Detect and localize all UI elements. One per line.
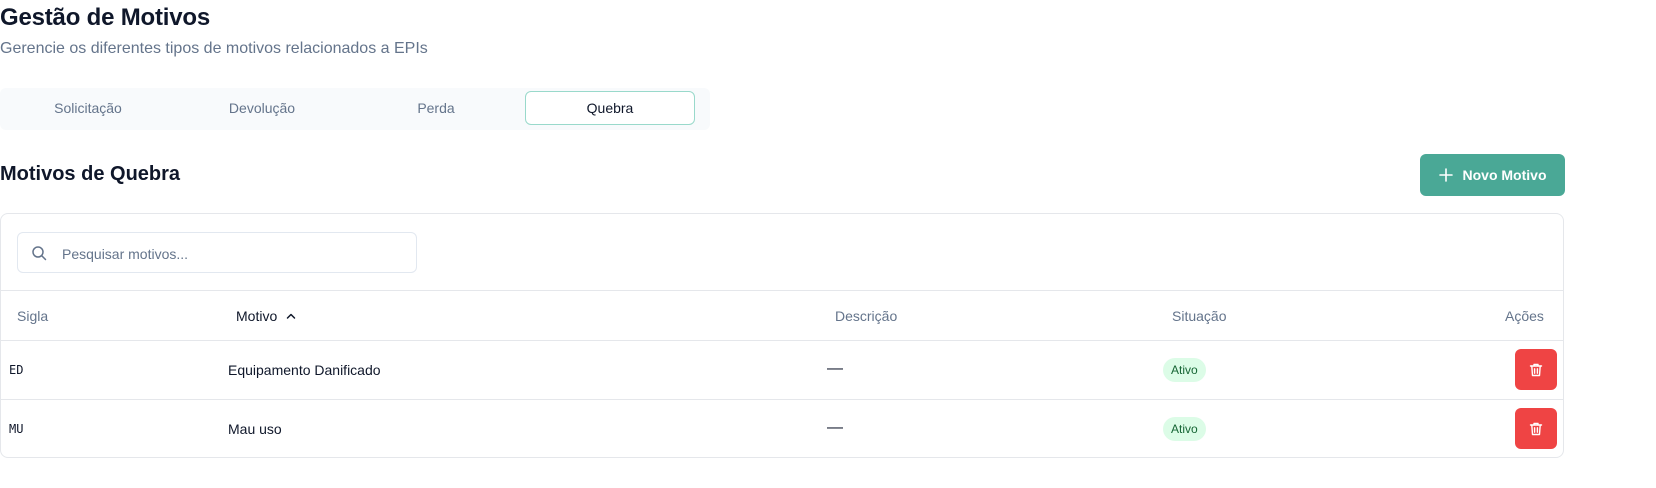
- tab-perda[interactable]: Perda: [351, 91, 521, 125]
- reasons-table-card: Sigla Motivo Descrição Situação Ações ED…: [0, 213, 1564, 458]
- plus-icon: [1438, 168, 1453, 182]
- tab-devolucao[interactable]: Devolução: [177, 91, 347, 125]
- status-badge: Ativo: [1163, 417, 1206, 441]
- search-input[interactable]: [60, 241, 404, 267]
- chevron-up-icon: [285, 310, 297, 322]
- row-motivo: Mau uso: [228, 421, 282, 437]
- row-sigla: MU: [9, 422, 24, 436]
- new-reason-button[interactable]: Novo Motivo: [1420, 154, 1565, 196]
- row-motivo: Equipamento Danificado: [228, 362, 381, 378]
- search-icon: [31, 245, 47, 266]
- column-header-motivo[interactable]: Motivo: [236, 308, 297, 324]
- page-subtitle: Gerencie os diferentes tipos de motivos …: [0, 40, 428, 57]
- status-badge: Ativo: [1163, 358, 1206, 382]
- tab-quebra[interactable]: Quebra: [525, 91, 695, 125]
- reason-tabs: Solicitação Devolução Perda Quebra: [0, 88, 710, 130]
- row-sigla: ED: [9, 363, 24, 377]
- column-header-acoes: Ações: [1505, 308, 1544, 324]
- trash-icon: [1528, 362, 1544, 378]
- row-descricao: —: [827, 360, 843, 377]
- divider: [1, 340, 1563, 341]
- divider: [1, 290, 1563, 291]
- page-title: Gestão de Motivos: [0, 4, 210, 31]
- delete-button[interactable]: [1515, 349, 1557, 390]
- column-header-sigla[interactable]: Sigla: [17, 308, 48, 324]
- section-title: Motivos de Quebra: [0, 163, 181, 185]
- tab-solicitacao[interactable]: Solicitação: [3, 91, 173, 125]
- divider: [1, 399, 1563, 400]
- column-header-situacao[interactable]: Situação: [1172, 308, 1226, 324]
- search-box: [17, 232, 417, 273]
- trash-icon: [1528, 421, 1544, 437]
- column-header-motivo-label: Motivo: [236, 308, 278, 324]
- delete-button[interactable]: [1515, 408, 1557, 449]
- row-descricao: —: [827, 419, 843, 436]
- column-header-descricao[interactable]: Descrição: [835, 308, 897, 324]
- new-reason-button-label: Novo Motivo: [1462, 167, 1547, 183]
